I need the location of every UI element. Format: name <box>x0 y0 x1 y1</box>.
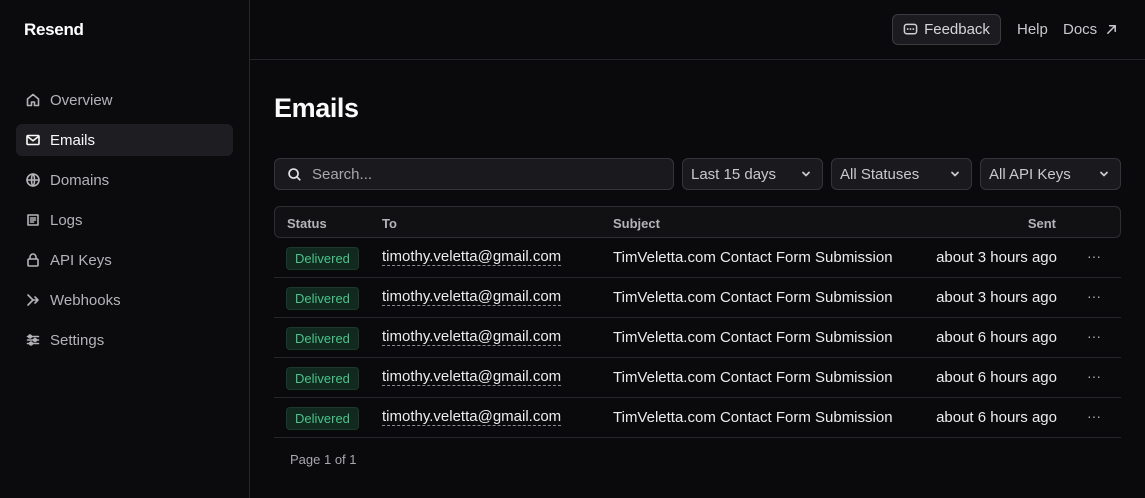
sidebar-item-logs[interactable]: Logs <box>16 204 233 236</box>
feedback-label: Feedback <box>924 21 990 38</box>
app-logo[interactable]: Resend <box>24 20 84 40</box>
table-row[interactable]: Delivered timothy.veletta@gmail.com TimV… <box>274 398 1121 438</box>
more-actions-button[interactable]: ··· <box>1087 288 1101 304</box>
api-keys-select[interactable]: All API Keys <box>980 158 1121 190</box>
status-value: All Statuses <box>840 165 920 183</box>
recipient-email[interactable]: timothy.veletta@gmail.com <box>382 249 562 266</box>
docs-label: Docs <box>1063 21 1098 38</box>
status-badge: Delivered <box>286 367 359 390</box>
table-row[interactable]: Delivered timothy.veletta@gmail.com TimV… <box>274 318 1121 358</box>
email-subject: TimVeletta.com Contact Form Submission <box>613 289 893 306</box>
sliders-icon <box>24 331 42 349</box>
status-badge: Delivered <box>286 247 359 270</box>
search-input[interactable] <box>312 165 652 183</box>
recipient-email[interactable]: timothy.veletta@gmail.com <box>382 329 562 346</box>
sidebar-item-api-keys[interactable]: API Keys <box>16 244 233 276</box>
page-title: Emails <box>274 93 359 123</box>
sidebar-item-overview[interactable]: Overview <box>16 84 233 116</box>
chevron-down-icon <box>802 171 810 177</box>
more-actions-button[interactable]: ··· <box>1087 368 1101 384</box>
globe-icon <box>24 171 42 189</box>
date-range-value: Last 15 days <box>691 165 777 183</box>
sidebar: Resend Overview Emails Domains Logs API … <box>0 0 250 498</box>
date-range-select[interactable]: Last 15 days <box>682 158 823 190</box>
docs-link[interactable]: Docs <box>1063 21 1118 38</box>
more-actions-button[interactable]: ··· <box>1087 328 1101 344</box>
sidebar-item-label: Settings <box>50 331 105 349</box>
column-subject: Subject <box>613 216 660 231</box>
email-subject: TimVeletta.com Contact Form Submission <box>613 409 893 426</box>
emails-table: Status To Subject Sent Delivered timothy… <box>274 206 1121 438</box>
chevron-down-icon <box>951 171 959 177</box>
table-header: Status To Subject Sent <box>274 206 1121 238</box>
email-subject: TimVeletta.com Contact Form Submission <box>613 249 893 266</box>
sent-time: about 6 hours ago <box>936 329 1057 346</box>
more-actions-button[interactable]: ··· <box>1087 408 1101 424</box>
top-bar: Feedback Help Docs <box>250 0 1145 60</box>
table-row[interactable]: Delivered timothy.veletta@gmail.com TimV… <box>274 278 1121 318</box>
help-link[interactable]: Help <box>1017 21 1048 38</box>
feedback-button[interactable]: Feedback <box>892 14 1001 45</box>
sent-time: about 6 hours ago <box>936 369 1057 386</box>
sidebar-item-webhooks[interactable]: Webhooks <box>16 284 233 316</box>
table-row[interactable]: Delivered timothy.veletta@gmail.com TimV… <box>274 358 1121 398</box>
sidebar-item-label: API Keys <box>50 251 112 269</box>
mail-icon <box>24 131 42 149</box>
lock-icon <box>24 251 42 269</box>
status-select[interactable]: All Statuses <box>831 158 972 190</box>
sidebar-item-label: Overview <box>50 91 113 109</box>
api-keys-value: All API Keys <box>989 165 1071 183</box>
sidebar-item-label: Webhooks <box>50 291 121 309</box>
sidebar-item-settings[interactable]: Settings <box>16 324 233 356</box>
pagination-label: Page 1 of 1 <box>290 452 357 467</box>
search-icon <box>288 167 301 181</box>
recipient-email[interactable]: timothy.veletta@gmail.com <box>382 369 562 386</box>
list-icon <box>24 211 42 229</box>
table-row[interactable]: Delivered timothy.veletta@gmail.com TimV… <box>274 238 1121 278</box>
sidebar-item-label: Logs <box>50 211 83 229</box>
sidebar-item-domains[interactable]: Domains <box>16 164 233 196</box>
webhook-icon <box>24 291 42 309</box>
sidebar-item-emails[interactable]: Emails <box>16 124 233 156</box>
chat-icon <box>903 23 918 35</box>
email-subject: TimVeletta.com Contact Form Submission <box>613 329 893 346</box>
status-badge: Delivered <box>286 407 359 430</box>
sidebar-nav: Overview Emails Domains Logs API Keys We… <box>16 84 233 364</box>
sent-time: about 3 hours ago <box>936 249 1057 266</box>
search-box[interactable] <box>274 158 674 190</box>
status-badge: Delivered <box>286 287 359 310</box>
sidebar-item-label: Emails <box>50 131 96 149</box>
external-link-icon <box>1107 25 1117 34</box>
sidebar-item-label: Domains <box>50 171 110 189</box>
recipient-email[interactable]: timothy.veletta@gmail.com <box>382 289 562 306</box>
chevron-down-icon <box>1100 171 1108 177</box>
status-badge: Delivered <box>286 327 359 350</box>
column-sent: Sent <box>1027 216 1056 231</box>
more-actions-button[interactable]: ··· <box>1087 248 1101 264</box>
column-status: Status <box>287 216 327 231</box>
sent-time: about 3 hours ago <box>936 289 1057 306</box>
email-subject: TimVeletta.com Contact Form Submission <box>613 369 893 386</box>
recipient-email[interactable]: timothy.veletta@gmail.com <box>382 409 562 426</box>
home-icon <box>24 91 42 109</box>
sent-time: about 6 hours ago <box>936 409 1057 426</box>
column-to: To <box>382 216 397 231</box>
